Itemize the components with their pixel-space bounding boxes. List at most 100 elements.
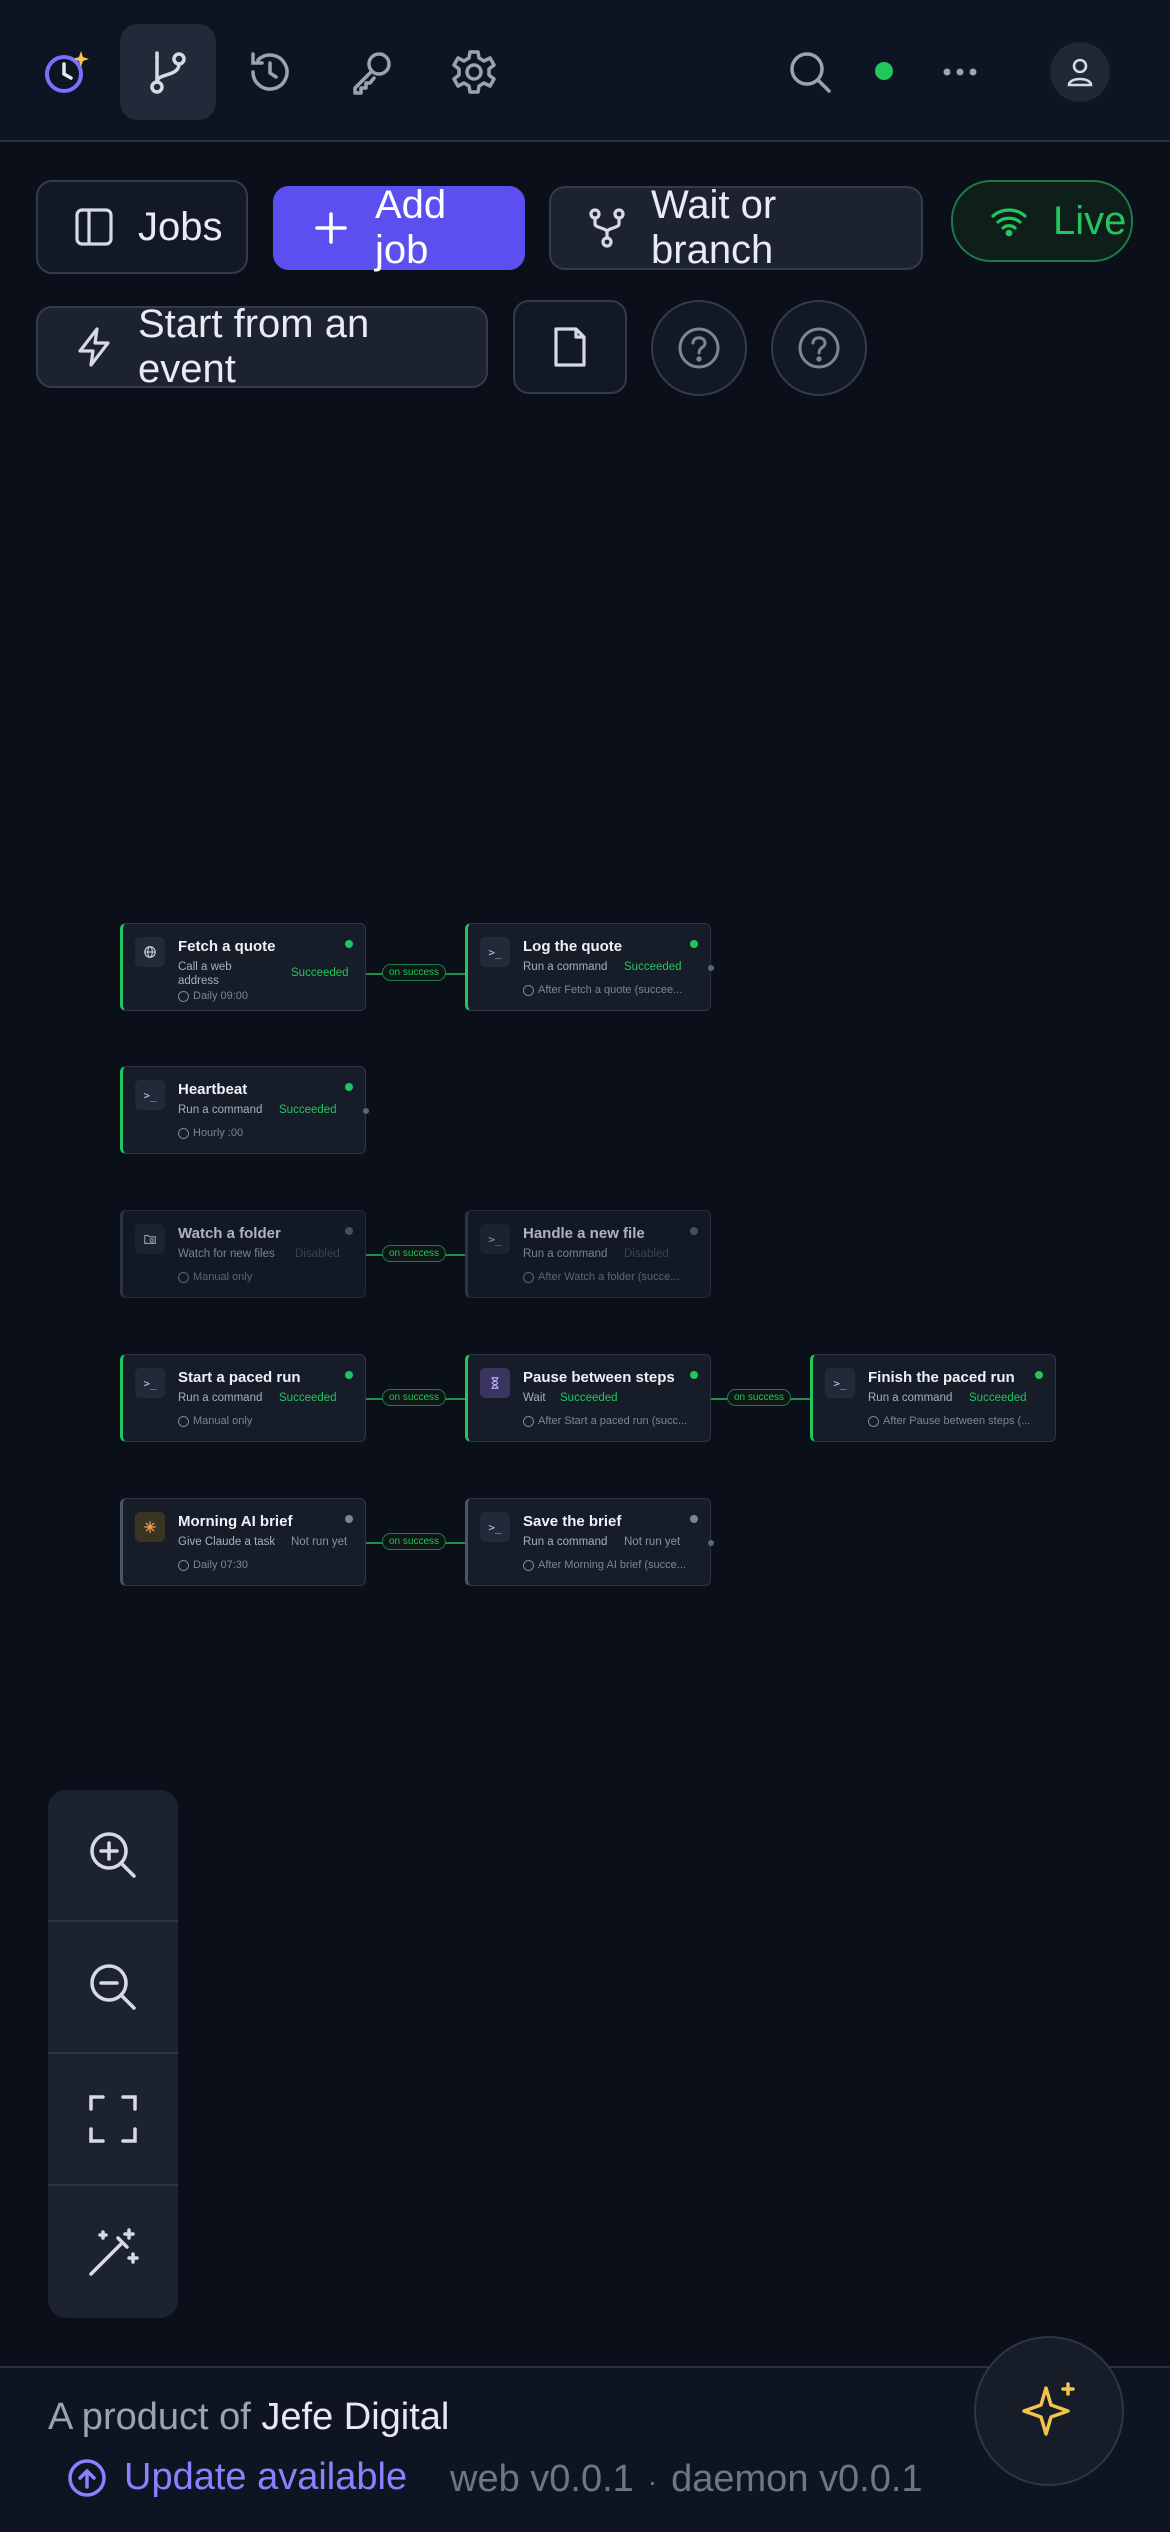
job-schedule-text: Daily 09:00 <box>193 990 249 1002</box>
user-avatar-button[interactable] <box>1050 42 1110 102</box>
job-node-save-the-brief[interactable]: >_ Save the brief Run a command Not run … <box>465 1498 714 1586</box>
job-type: Run a command <box>523 1536 608 1548</box>
job-title: Heartbeat <box>178 1081 248 1098</box>
edge-label: on success <box>382 1533 447 1550</box>
gear-icon <box>452 50 496 94</box>
output-port[interactable] <box>363 1108 369 1114</box>
job-status: Succeeded <box>291 967 349 979</box>
status-dot <box>345 1515 353 1523</box>
terminal-icon: >_ <box>825 1368 855 1398</box>
job-node-finish-the-paced-run[interactable]: >_ Finish the paced run Run a command Su… <box>810 1354 1056 1442</box>
status-dot <box>345 940 353 948</box>
wait-or-branch-button[interactable]: Wait or branch <box>549 183 923 272</box>
globe-icon <box>135 937 165 967</box>
wifi-icon <box>991 208 1027 237</box>
job-schedule-text: Hourly :00 <box>193 1127 244 1139</box>
nav-settings-button[interactable] <box>426 24 522 120</box>
search-button[interactable] <box>762 24 858 120</box>
output-port[interactable] <box>708 1540 714 1546</box>
job-type: Give Claude a task <box>178 1536 276 1548</box>
jobs-label: Jobs <box>138 204 223 249</box>
job-title: Morning AI brief <box>178 1513 293 1530</box>
daemon-version: daemon v0.0.1 <box>671 2458 923 2500</box>
status-dot <box>690 1371 698 1379</box>
help-button[interactable] <box>651 300 747 396</box>
wait-or-branch-label: Wait or branch <box>651 183 777 272</box>
clock-icon <box>178 990 189 1002</box>
job-status: Succeeded <box>560 1392 618 1404</box>
brand-link[interactable]: Jefe Digital <box>261 2396 449 2438</box>
job-status: Disabled <box>295 1248 340 1260</box>
connection-status-dot <box>875 62 893 80</box>
clock-icon <box>523 1559 534 1571</box>
magic-wand-icon <box>89 2228 139 2276</box>
job-schedule-text: After Morning AI brief (succe... <box>538 1559 686 1571</box>
job-schedule: Manual only <box>178 1271 252 1283</box>
job-node-pause-between-steps[interactable]: Pause between steps Wait Succeeded After… <box>465 1354 711 1442</box>
job-node-log-the-quote[interactable]: >_ Log the quote Run a command Succeeded… <box>465 923 714 1011</box>
jobs-panel-button[interactable]: Jobs <box>36 180 248 274</box>
job-title: Log the quote <box>523 938 623 955</box>
add-job-label: Add job <box>375 183 447 272</box>
terminal-icon: >_ <box>135 1080 165 1110</box>
live-label: Live <box>1053 198 1127 243</box>
ai-assistant-button[interactable] <box>974 2336 1124 2486</box>
job-schedule: After Pause between steps (... <box>868 1415 1030 1427</box>
job-status: Not run yet <box>624 1536 681 1548</box>
history-icon <box>251 52 289 91</box>
sparkle-burst-icon <box>135 1512 165 1542</box>
zoom-in-icon <box>90 1832 136 1878</box>
job-node-morning-ai-brief[interactable]: Morning AI brief Give Claude a task Not … <box>120 1498 366 1586</box>
nav-workflows-button[interactable] <box>120 24 216 120</box>
job-type: Call a web <box>178 961 232 973</box>
job-node-heartbeat[interactable]: >_ Heartbeat Run a command Succeeded Hou… <box>120 1066 369 1154</box>
status-dot <box>690 940 698 948</box>
new-document-button[interactable] <box>513 300 627 394</box>
job-status: Succeeded <box>969 1392 1027 1404</box>
job-node-start-a-paced-run[interactable]: >_ Start a paced run Run a command Succe… <box>120 1354 366 1442</box>
auto-layout-button[interactable] <box>48 2186 178 2318</box>
help-tour-button[interactable] <box>771 300 867 396</box>
edge-label: on success <box>382 1245 447 1262</box>
job-type: Run a command <box>178 1104 263 1116</box>
clock-sparkle-icon <box>45 51 89 93</box>
status-dot <box>1035 1371 1043 1379</box>
job-node-handle-a-new-file[interactable]: >_ Handle a new file Run a command Disab… <box>465 1210 711 1298</box>
fit-view-button[interactable] <box>48 2054 178 2186</box>
zoom-in-button[interactable] <box>48 1790 178 1922</box>
job-status: Succeeded <box>279 1104 337 1116</box>
live-toggle[interactable]: Live <box>951 180 1133 262</box>
job-schedule: After Morning AI brief (succe... <box>523 1559 686 1571</box>
job-type-cont: address <box>178 975 219 987</box>
nav-history-button[interactable] <box>222 24 318 120</box>
nav-keys-button[interactable] <box>324 24 420 120</box>
job-schedule: After Watch a folder (succe... <box>523 1271 679 1283</box>
job-type: Run a command <box>178 1392 263 1404</box>
terminal-icon: >_ <box>135 1368 165 1398</box>
more-menu-button[interactable] <box>912 24 1008 120</box>
zoom-out-button[interactable] <box>48 1922 178 2054</box>
add-job-button[interactable]: Add job <box>273 183 525 272</box>
edge-label: on success <box>382 1389 447 1406</box>
output-port[interactable] <box>708 965 714 971</box>
job-schedule: After Start a paced run (succ... <box>523 1415 687 1427</box>
hourglass-icon <box>480 1368 510 1398</box>
job-type: Run a command <box>523 961 608 973</box>
job-schedule: Manual only <box>178 1415 252 1427</box>
job-node-watch-a-folder[interactable]: Watch a folder Watch for new files Disab… <box>120 1210 366 1298</box>
job-schedule-text: After Watch a folder (succe... <box>538 1271 680 1283</box>
terminal-icon: >_ <box>480 937 510 967</box>
start-from-event-button[interactable]: Start from an event <box>36 302 488 391</box>
update-available-link[interactable]: Update available <box>66 2456 407 2499</box>
app-logo-icon[interactable] <box>18 24 114 120</box>
job-status: Succeeded <box>624 961 682 973</box>
job-schedule-text: Manual only <box>193 1415 253 1427</box>
job-status: Succeeded <box>279 1392 337 1404</box>
job-node-fetch-a-quote[interactable]: Fetch a quote Call a web address Succeed… <box>120 923 366 1011</box>
edge-label: on success <box>382 964 447 981</box>
clock-icon <box>178 1559 189 1571</box>
job-title: Watch a folder <box>178 1225 281 1242</box>
top-bar <box>0 0 1170 142</box>
job-schedule-text: After Pause between steps (... <box>883 1415 1031 1427</box>
clock-icon <box>523 984 534 996</box>
